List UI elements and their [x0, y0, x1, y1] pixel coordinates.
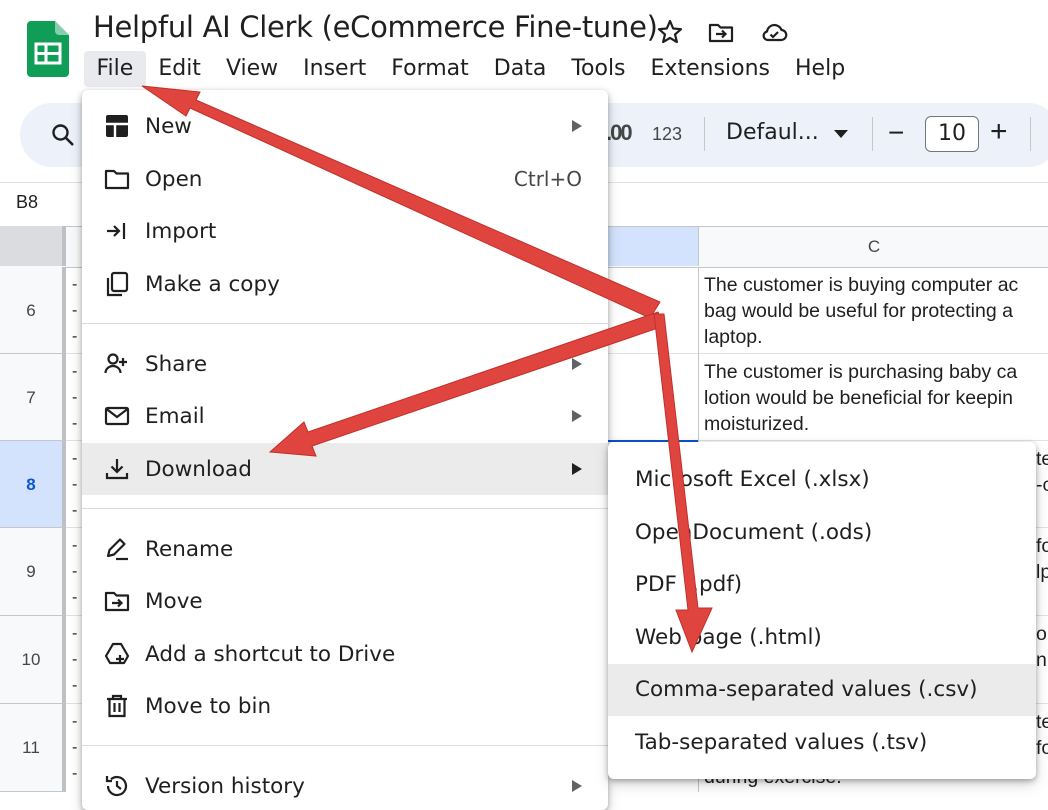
font-family-select[interactable]: Defaul... — [726, 120, 819, 145]
document-title[interactable]: Helpful AI Clerk (eCommerce Fine-tune) — [93, 10, 658, 44]
increase-font-size-button[interactable]: + — [990, 115, 1008, 149]
download-html[interactable]: Web page (.html) — [608, 612, 1036, 664]
menu-separator — [82, 508, 608, 509]
drive-shortcut-icon — [104, 642, 130, 665]
column-b-header[interactable] — [608, 227, 698, 266]
menu-item-make-a-copy[interactable]: Make a copy — [82, 258, 608, 310]
row-header[interactable]: 7 — [0, 354, 66, 441]
menu-separator — [82, 323, 608, 324]
rename-icon — [106, 538, 128, 561]
download-tsv[interactable]: Tab-separated values (.tsv) — [608, 717, 1036, 769]
submenu-arrow-icon — [572, 463, 582, 475]
menu-item-share[interactable]: Share — [82, 338, 608, 390]
menu-item-open[interactable]: Open Ctrl+O — [82, 153, 608, 205]
row-header[interactable]: 10 — [0, 616, 66, 704]
cell-c8-partial[interactable]: te -c — [1036, 446, 1048, 498]
decrease-font-size-button[interactable]: − — [888, 117, 904, 149]
cell-a-dashes[interactable]: --- — [72, 621, 82, 699]
toolbar-divider — [1030, 117, 1031, 151]
select-all-corner[interactable] — [0, 226, 66, 266]
folder-open-icon — [104, 169, 130, 190]
menu-view[interactable]: View — [213, 51, 290, 87]
submenu-arrow-icon — [572, 780, 582, 792]
row-header[interactable]: 9 — [0, 528, 66, 616]
new-sheet-icon — [106, 115, 128, 137]
menu-item-rename[interactable]: Rename — [82, 523, 608, 575]
trash-icon — [107, 694, 127, 718]
menu-item-new[interactable]: New — [82, 100, 608, 152]
menu-item-version-history[interactable]: Version history — [82, 760, 608, 810]
move-folder-icon[interactable] — [707, 18, 735, 46]
row-header-selected[interactable]: 8 — [0, 441, 66, 528]
submenu-arrow-icon — [572, 410, 582, 422]
submenu-arrow-icon — [572, 358, 582, 370]
number-format-button[interactable]: 123 — [652, 124, 682, 145]
menu-item-import[interactable]: Import — [82, 205, 608, 257]
menu-insert[interactable]: Insert — [291, 51, 379, 87]
menu-separator — [82, 745, 608, 746]
menu-item-add-shortcut[interactable]: Add a shortcut to Drive — [82, 628, 608, 680]
row-header[interactable]: 6 — [0, 267, 66, 354]
copy-icon — [106, 271, 129, 297]
row-header[interactable]: 11 — [0, 704, 66, 792]
search-icon[interactable] — [50, 122, 76, 148]
cell-c6[interactable]: The customer is buying computer ac bag wo… — [704, 272, 1048, 350]
name-box[interactable]: B8 — [16, 192, 38, 213]
menu-item-move-to-bin[interactable]: Move to bin — [82, 680, 608, 732]
file-menu: New Open Ctrl+O Import Make a copy Share … — [82, 90, 608, 810]
cell-c10-partial[interactable]: orin — [1036, 621, 1048, 673]
menu-item-email[interactable]: Email — [82, 390, 608, 442]
cell-a-dashes[interactable]: --- — [72, 272, 82, 350]
download-xlsx[interactable]: Microsoft Excel (.xlsx) — [608, 454, 1036, 506]
share-person-icon — [104, 353, 127, 374]
history-icon — [105, 775, 128, 797]
menu-format[interactable]: Format — [379, 51, 482, 87]
cell-c9-partial[interactable]: fo lp — [1036, 533, 1048, 585]
submenu-arrow-icon — [572, 120, 582, 132]
cell-a-dashes[interactable]: --- — [72, 709, 82, 787]
download-pdf[interactable]: PDF (.pdf) — [608, 559, 1036, 611]
toolbar-divider — [872, 117, 873, 151]
download-submenu: Microsoft Excel (.xlsx) OpenDocument (.o… — [608, 442, 1036, 779]
menu-item-download[interactable]: Download — [82, 443, 608, 495]
menu-file[interactable]: File — [84, 51, 146, 87]
import-icon — [107, 223, 126, 239]
menu-help[interactable]: Help — [783, 51, 858, 87]
cell-a-dashes[interactable]: --- — [72, 359, 82, 437]
caret-down-icon[interactable] — [834, 129, 848, 139]
menu-bar: File Edit View Insert Format Data Tools … — [84, 50, 858, 88]
decimal-format-button[interactable]: .00 — [606, 120, 633, 146]
column-c-header[interactable]: C — [698, 227, 1048, 266]
download-ods[interactable]: OpenDocument (.ods) — [608, 507, 1036, 559]
cell-c11-partial[interactable]: te fo — [1036, 709, 1048, 761]
menu-item-move[interactable]: Move — [82, 575, 608, 627]
font-size-input[interactable]: 10 — [925, 116, 979, 152]
cell-a-dashes[interactable]: --- — [72, 533, 82, 611]
move-icon — [104, 591, 130, 612]
cell-c7[interactable]: The customer is purchasing baby ca lotion… — [704, 359, 1048, 437]
email-icon — [104, 406, 130, 426]
cloud-saved-icon[interactable] — [760, 18, 788, 46]
sheets-logo-icon[interactable] — [27, 21, 69, 77]
download-icon — [105, 459, 129, 480]
download-csv[interactable]: Comma-separated values (.csv) — [608, 664, 1036, 716]
menu-extensions[interactable]: Extensions — [638, 51, 782, 87]
menu-edit[interactable]: Edit — [146, 51, 214, 87]
cell-a-dashes[interactable]: --- — [72, 446, 82, 524]
star-icon[interactable] — [656, 18, 684, 46]
toolbar-divider — [704, 117, 705, 151]
menu-data[interactable]: Data — [481, 51, 559, 87]
menu-tools[interactable]: Tools — [559, 51, 638, 87]
